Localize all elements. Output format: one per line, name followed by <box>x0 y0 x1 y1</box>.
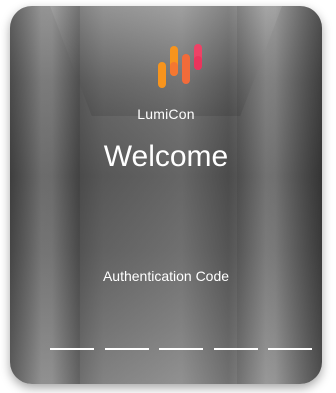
login-card: LumiCon Welcome Authentication Code <box>10 6 322 384</box>
auth-code-digit-3[interactable] <box>159 326 203 350</box>
logo-bar-1 <box>158 62 166 88</box>
auth-code-digit-5[interactable] <box>268 326 312 350</box>
lumicon-logo-icon <box>158 44 202 88</box>
auth-code-digit-4[interactable] <box>213 326 258 350</box>
welcome-title: Welcome <box>103 140 229 173</box>
brand-name: LumiCon <box>137 106 195 122</box>
auth-code-digit-1[interactable] <box>50 326 94 350</box>
logo-bar-3 <box>182 54 190 84</box>
logo-bar-2-overlap <box>170 62 178 76</box>
logo-bar-4-overlap <box>194 56 202 70</box>
auth-code-label: Authentication Code <box>102 268 230 284</box>
auth-code-digit-2[interactable] <box>104 326 149 350</box>
auth-code-input-group <box>50 326 312 350</box>
